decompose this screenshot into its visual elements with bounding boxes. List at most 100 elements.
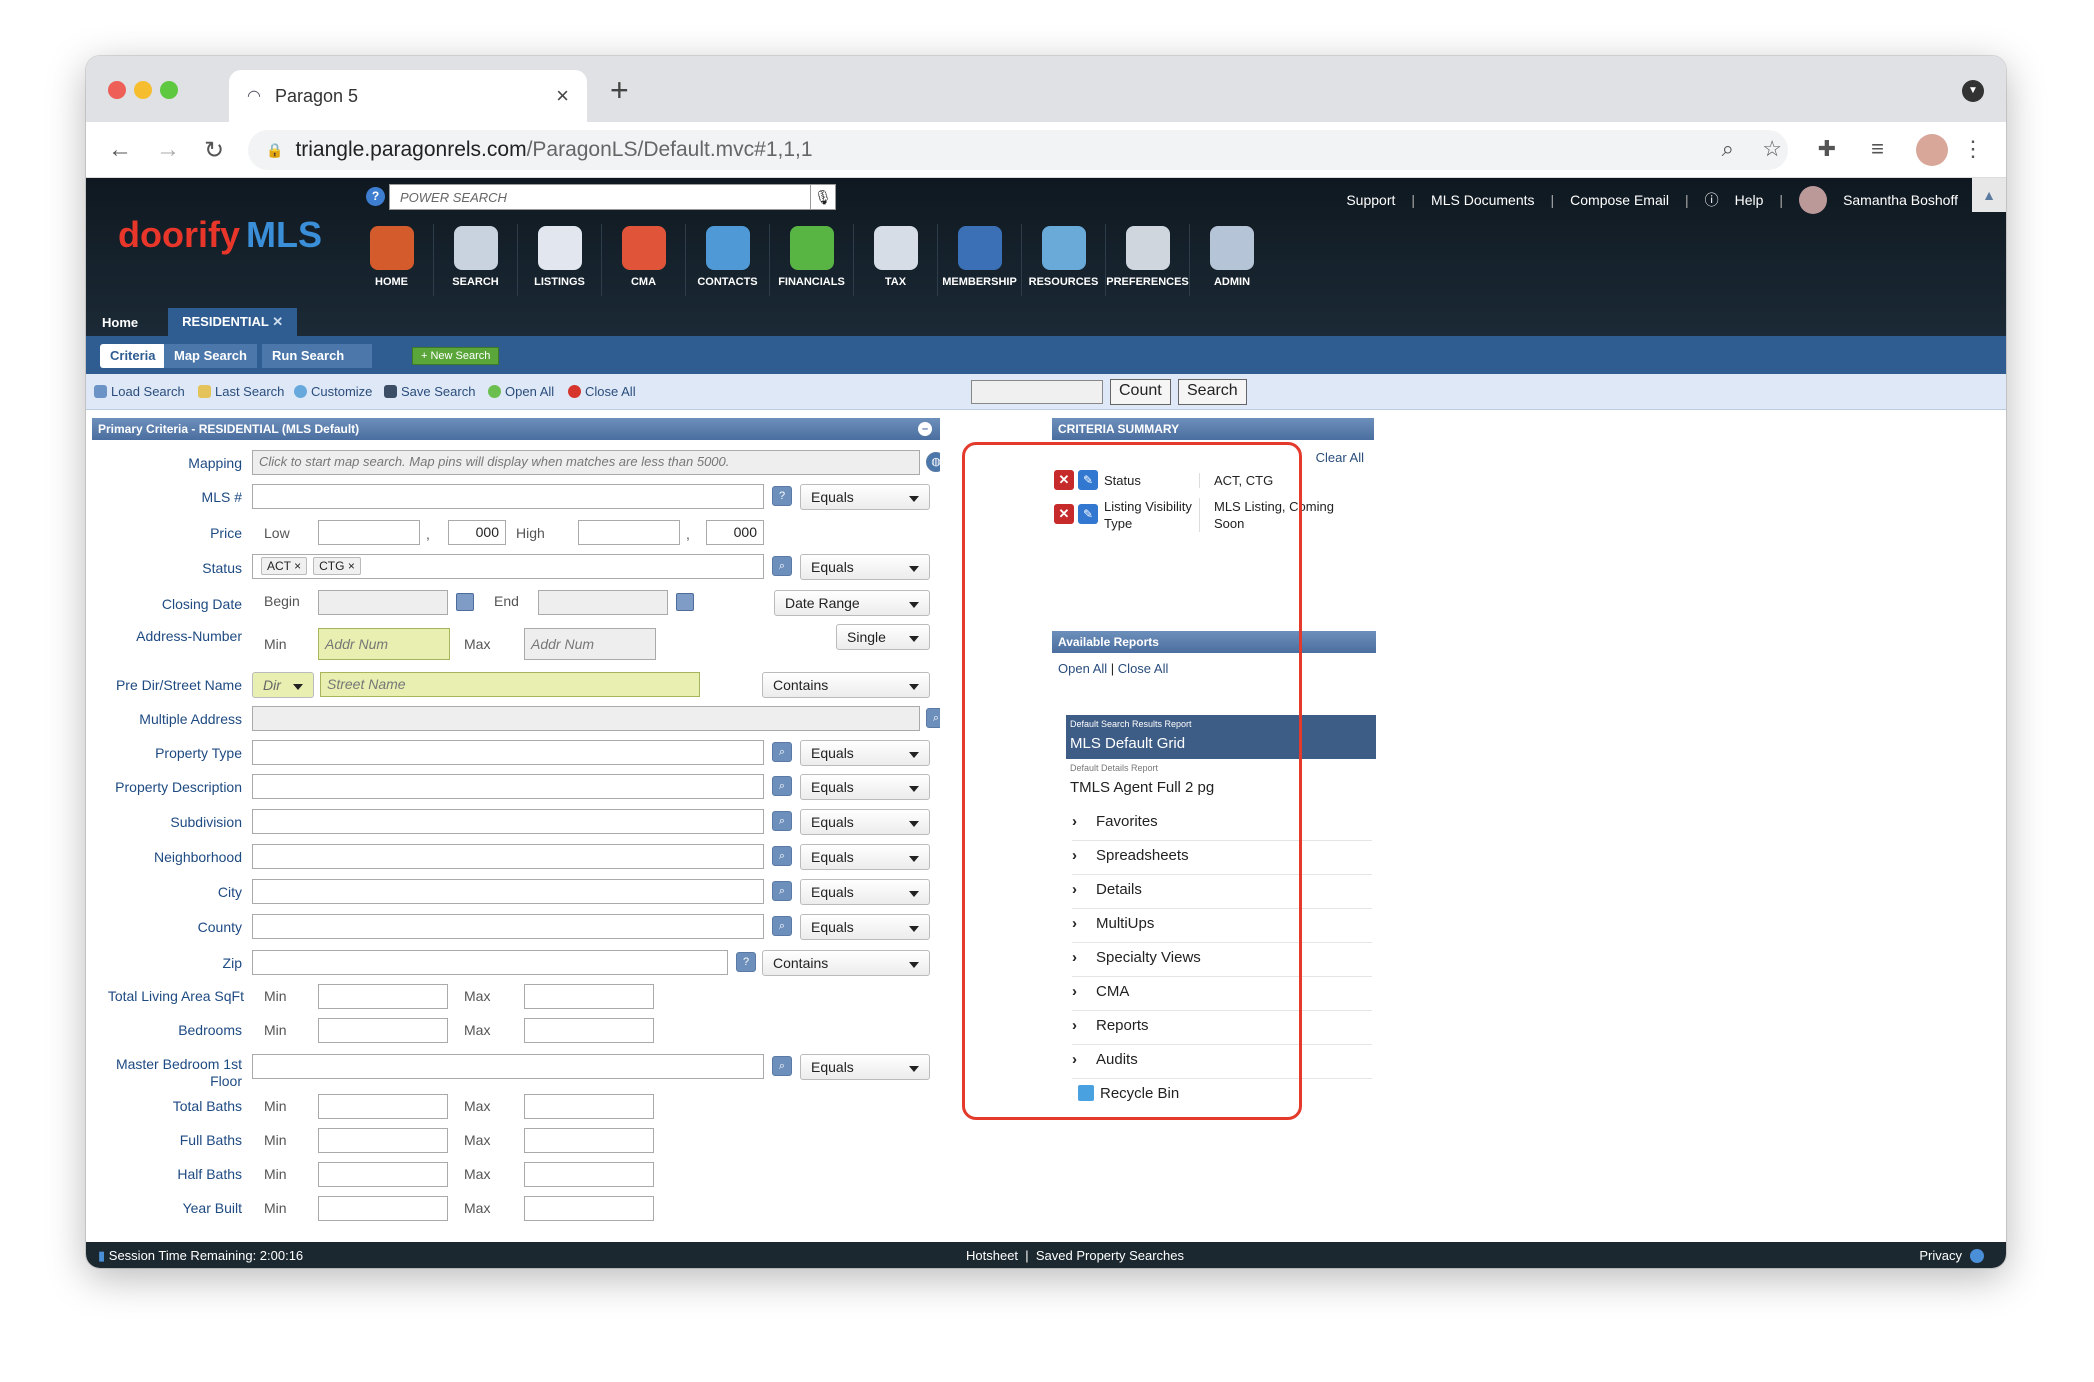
lookup-icon[interactable]: ⌕ xyxy=(772,811,792,831)
sqft-min-input[interactable] xyxy=(318,984,448,1009)
city-operator[interactable]: Equals xyxy=(800,879,930,905)
full-baths-min-input[interactable] xyxy=(318,1128,448,1153)
saved-searches-link[interactable]: Saved Property Searches xyxy=(1036,1248,1184,1263)
multiple-address-lookup-icon[interactable]: ⌕ xyxy=(926,708,940,728)
module-membership[interactable]: MEMBERSHIP xyxy=(938,224,1022,296)
new-search-button[interactable]: + New Search xyxy=(412,347,500,365)
status-input[interactable]: ACT × CTG × xyxy=(252,554,764,579)
mls-operator-select[interactable]: Equals xyxy=(800,484,930,510)
lookup-icon[interactable]: ⌕ xyxy=(772,881,792,901)
total-baths-max-input[interactable] xyxy=(524,1094,654,1119)
power-search-help-icon[interactable]: ? xyxy=(366,187,385,206)
status-lookup-icon[interactable]: ⌕ xyxy=(772,556,792,576)
neighborhood-operator[interactable]: Equals xyxy=(800,844,930,870)
extensions-icon[interactable]: ✚ xyxy=(1818,136,1836,162)
collapse-header-button[interactable]: ▲ xyxy=(1972,178,2006,212)
status-chip-act[interactable]: ACT × xyxy=(261,557,308,575)
closing-end-input[interactable] xyxy=(538,590,668,615)
zip-input[interactable] xyxy=(252,950,728,975)
save-search-button[interactable]: Save Search xyxy=(384,384,475,399)
price-high-thousands[interactable]: 000 xyxy=(706,520,764,545)
module-home[interactable]: HOME xyxy=(350,224,434,296)
minimize-window-button[interactable] xyxy=(134,81,152,99)
lookup-icon[interactable]: ⌕ xyxy=(772,1056,792,1076)
module-search[interactable]: SEARCH xyxy=(434,224,518,296)
customize-button[interactable]: Customize xyxy=(294,384,372,399)
mls-help-icon[interactable]: ? xyxy=(772,486,792,506)
microphone-icon[interactable]: 🎙 xyxy=(810,184,836,210)
close-tab-icon[interactable]: ✕ xyxy=(272,314,283,329)
lookup-icon[interactable]: ⌕ xyxy=(772,846,792,866)
half-baths-min-input[interactable] xyxy=(318,1162,448,1187)
year-built-min-input[interactable] xyxy=(318,1196,448,1221)
price-low-thousands[interactable]: 000 xyxy=(448,520,506,545)
tab-map-search[interactable]: Map Search xyxy=(164,344,257,368)
module-cma[interactable]: CMA xyxy=(602,224,686,296)
close-all-button[interactable]: Close All xyxy=(568,384,636,399)
user-avatar[interactable] xyxy=(1799,186,1828,214)
subdivision-input[interactable] xyxy=(252,809,764,834)
search-button[interactable]: Search xyxy=(1178,379,1247,405)
subdivision-operator[interactable]: Equals xyxy=(800,809,930,835)
zoom-icon[interactable]: ⌕ xyxy=(1722,136,1734,162)
closing-date-mode-select[interactable]: Date Range xyxy=(774,590,930,616)
tab-search-icon[interactable]: ▼ xyxy=(1962,80,1984,102)
tab-run-search[interactable]: Run Search xyxy=(262,344,372,368)
lookup-icon[interactable]: ⌕ xyxy=(772,742,792,762)
module-contacts[interactable]: CONTACTS xyxy=(686,224,770,296)
multiple-address-input[interactable] xyxy=(252,706,920,731)
lookup-icon[interactable]: ⌕ xyxy=(772,916,792,936)
property-description-input[interactable] xyxy=(252,774,764,799)
closing-begin-input[interactable] xyxy=(318,590,448,615)
profile-avatar[interactable] xyxy=(1916,134,1948,166)
module-tax[interactable]: TAX xyxy=(854,224,938,296)
browser-menu-icon[interactable]: ⋮ xyxy=(1962,136,1984,162)
street-operator-select[interactable]: Contains xyxy=(762,672,930,698)
full-baths-max-input[interactable] xyxy=(524,1128,654,1153)
close-tab-icon[interactable]: × xyxy=(556,83,569,109)
mls-input[interactable] xyxy=(252,484,764,509)
user-name[interactable]: Samantha Boshoff xyxy=(1843,192,1958,208)
calendar-icon[interactable] xyxy=(676,593,694,611)
zip-operator[interactable]: Contains xyxy=(762,950,930,976)
mls-documents-link[interactable]: MLS Documents xyxy=(1431,192,1534,208)
module-preferences[interactable]: PREFERENCES xyxy=(1106,224,1190,296)
url-field[interactable]: 🔒 triangle.paragonrels.com/ParagonLS/Def… xyxy=(248,130,1788,170)
hotsheet-link[interactable]: Hotsheet xyxy=(966,1248,1018,1263)
total-baths-min-input[interactable] xyxy=(318,1094,448,1119)
property-type-operator[interactable]: Equals xyxy=(800,740,930,766)
price-high-input[interactable] xyxy=(578,520,680,545)
help-link[interactable]: Help xyxy=(1735,192,1764,208)
globe-icon[interactable]: ◍ xyxy=(926,452,940,472)
count-button[interactable]: Count xyxy=(1110,379,1171,405)
sqft-max-input[interactable] xyxy=(524,984,654,1009)
gear-icon[interactable] xyxy=(1970,1248,1984,1263)
property-type-input[interactable] xyxy=(252,740,764,765)
street-name-input[interactable]: Street Name xyxy=(320,672,700,697)
calendar-icon[interactable] xyxy=(456,593,474,611)
close-window-button[interactable] xyxy=(108,81,126,99)
maximize-window-button[interactable] xyxy=(160,81,178,99)
addr-max-input[interactable]: Addr Num xyxy=(524,628,656,660)
load-search-button[interactable]: Load Search xyxy=(94,384,185,399)
module-listings[interactable]: LISTINGS xyxy=(518,224,602,296)
addr-mode-select[interactable]: Single xyxy=(836,624,930,650)
module-resources[interactable]: RESOURCES xyxy=(1022,224,1106,296)
last-search-button[interactable]: Last Search xyxy=(198,384,284,399)
forward-icon[interactable]: → xyxy=(156,136,180,164)
compose-email-link[interactable]: Compose Email xyxy=(1570,192,1669,208)
city-input[interactable] xyxy=(252,879,764,904)
reload-icon[interactable]: ↻ xyxy=(204,136,224,165)
bookmark-star-icon[interactable]: ☆ xyxy=(1762,136,1782,162)
status-operator-select[interactable]: Equals xyxy=(800,554,930,580)
reading-list-icon[interactable]: ≡ xyxy=(1871,136,1884,162)
module-financials[interactable]: FINANCIALS xyxy=(770,224,854,296)
back-icon[interactable]: ← xyxy=(108,136,132,164)
privacy-link[interactable]: Privacy xyxy=(1919,1248,1962,1263)
county-operator[interactable]: Equals xyxy=(800,914,930,940)
master-bedroom-operator[interactable]: Equals xyxy=(800,1054,930,1080)
dir-select[interactable]: Dir xyxy=(252,672,314,698)
tab-residential[interactable]: RESIDENTIAL ✕ xyxy=(168,308,298,336)
status-chip-ctg[interactable]: CTG × xyxy=(313,557,361,575)
addr-min-input[interactable]: Addr Num xyxy=(318,628,450,660)
